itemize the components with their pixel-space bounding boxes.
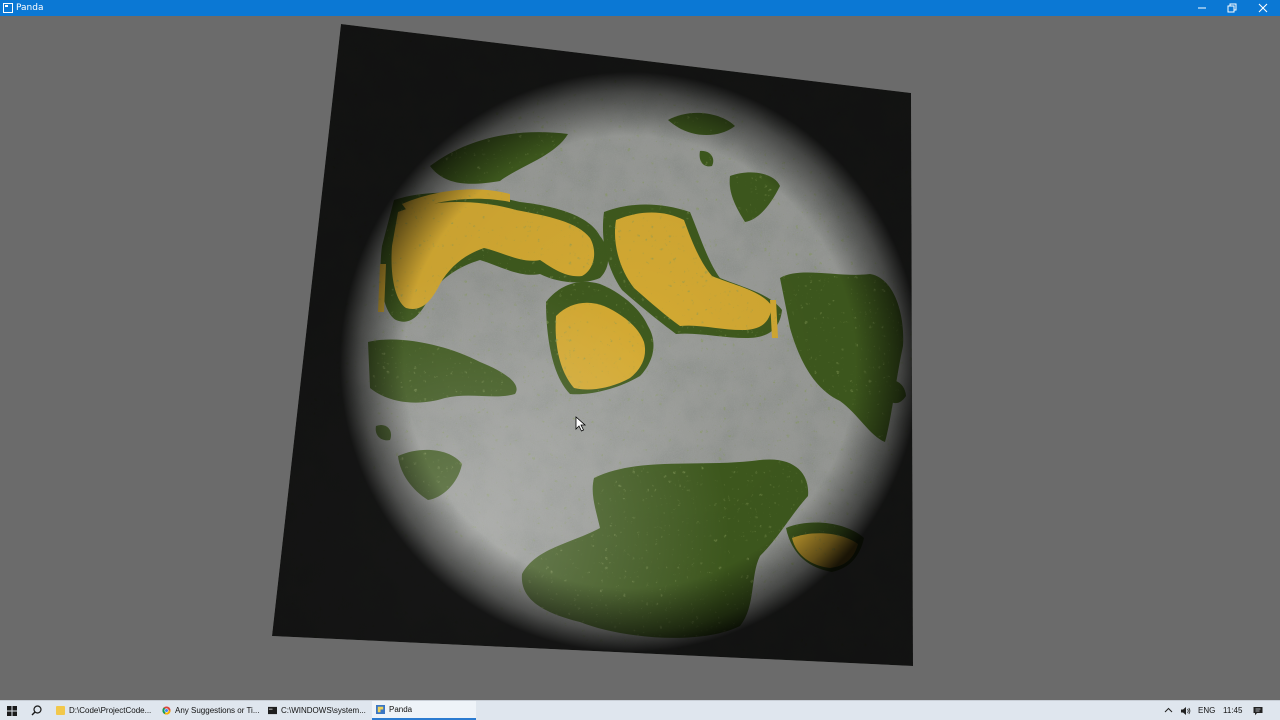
app-icon	[3, 3, 13, 13]
chrome-icon	[162, 706, 171, 715]
tray-overflow[interactable]	[1164, 701, 1173, 720]
minimize-icon	[1198, 7, 1206, 9]
search-icon	[31, 705, 42, 716]
restore-button[interactable]	[1217, 0, 1247, 16]
console-icon	[268, 706, 277, 715]
render-viewport[interactable]	[0, 16, 1280, 700]
taskbar-item-label: D:\Code\ProjectCode...	[69, 706, 152, 715]
start-button[interactable]	[0, 701, 24, 720]
windows-icon	[7, 705, 17, 716]
chevron-up-icon	[1164, 707, 1173, 713]
close-icon	[1258, 3, 1268, 13]
window-titlebar[interactable]: Panda	[0, 0, 1280, 16]
restore-icon	[1227, 3, 1237, 13]
panda-icon	[376, 705, 385, 714]
taskbar-item-label: C:\WINDOWS\system...	[281, 706, 366, 715]
tray-language[interactable]: ENG	[1198, 701, 1215, 720]
taskbar-item-panda[interactable]: Panda	[372, 701, 476, 720]
window-title: Panda	[16, 3, 44, 13]
taskbar-item-label: Panda	[389, 705, 413, 714]
tray-clock[interactable]: 11:45	[1223, 701, 1242, 720]
taskbar: D:\Code\ProjectCode... Any Suggestions o…	[0, 700, 1280, 720]
taskbar-item-explorer[interactable]: D:\Code\ProjectCode...	[52, 701, 156, 720]
notification-icon	[1253, 706, 1263, 715]
volume-icon	[1181, 706, 1191, 715]
search-button[interactable]	[24, 701, 48, 720]
taskbar-item-console[interactable]: C:\WINDOWS\system...	[264, 701, 368, 720]
taskbar-item-chrome[interactable]: Any Suggestions or Ti...	[158, 701, 262, 720]
tray-volume[interactable]	[1180, 701, 1191, 720]
folder-icon	[56, 706, 65, 715]
taskbar-item-label: Any Suggestions or Ti...	[175, 706, 260, 715]
tray-notifications[interactable]	[1253, 701, 1263, 720]
minimize-button[interactable]	[1187, 0, 1217, 16]
terrain-scene[interactable]	[0, 16, 1280, 700]
close-button[interactable]	[1248, 0, 1278, 16]
